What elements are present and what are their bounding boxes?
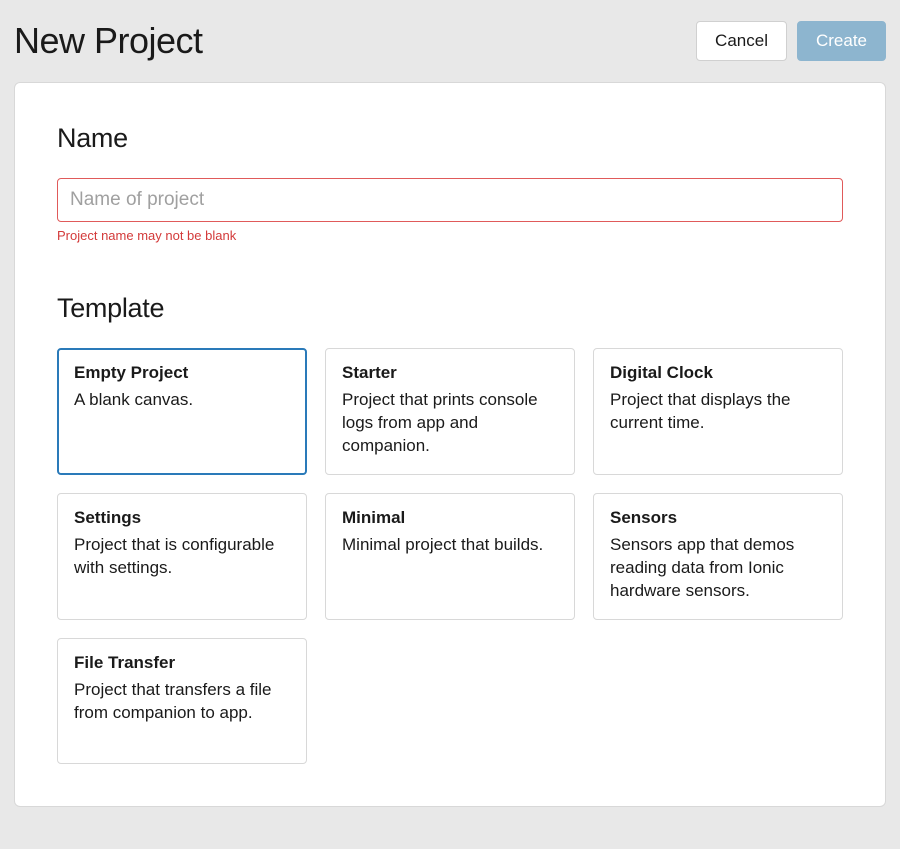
template-desc: A blank canvas. — [74, 389, 290, 412]
template-title: Minimal — [342, 508, 558, 528]
cancel-button[interactable]: Cancel — [696, 21, 787, 61]
template-card-empty-project[interactable]: Empty Project A blank canvas. — [57, 348, 307, 475]
template-title: Settings — [74, 508, 290, 528]
dialog-header: New Project Cancel Create — [0, 0, 900, 82]
template-desc: Sensors app that demos reading data from… — [610, 534, 826, 603]
name-error-text: Project name may not be blank — [57, 228, 843, 243]
template-title: Empty Project — [74, 363, 290, 383]
template-desc: Project that prints console logs from ap… — [342, 389, 558, 458]
main-panel: Name Project name may not be blank Templ… — [14, 82, 886, 807]
name-heading: Name — [57, 123, 843, 154]
name-field-wrap: Project name may not be blank — [57, 178, 843, 243]
template-card-file-transfer[interactable]: File Transfer Project that transfers a f… — [57, 638, 307, 764]
project-name-input[interactable] — [57, 178, 843, 222]
template-desc: Minimal project that builds. — [342, 534, 558, 557]
template-title: Digital Clock — [610, 363, 826, 383]
template-title: File Transfer — [74, 653, 290, 673]
header-buttons: Cancel Create — [696, 21, 886, 61]
page-title: New Project — [14, 20, 203, 62]
template-heading: Template — [57, 293, 843, 324]
template-card-settings[interactable]: Settings Project that is configurable wi… — [57, 493, 307, 620]
template-card-sensors[interactable]: Sensors Sensors app that demos reading d… — [593, 493, 843, 620]
template-card-starter[interactable]: Starter Project that prints console logs… — [325, 348, 575, 475]
template-desc: Project that transfers a file from compa… — [74, 679, 290, 725]
create-button[interactable]: Create — [797, 21, 886, 61]
template-title: Starter — [342, 363, 558, 383]
template-title: Sensors — [610, 508, 826, 528]
template-card-minimal[interactable]: Minimal Minimal project that builds. — [325, 493, 575, 620]
template-desc: Project that displays the current time. — [610, 389, 826, 435]
template-card-digital-clock[interactable]: Digital Clock Project that displays the … — [593, 348, 843, 475]
template-desc: Project that is configurable with settin… — [74, 534, 290, 580]
template-grid: Empty Project A blank canvas. Starter Pr… — [57, 348, 843, 764]
